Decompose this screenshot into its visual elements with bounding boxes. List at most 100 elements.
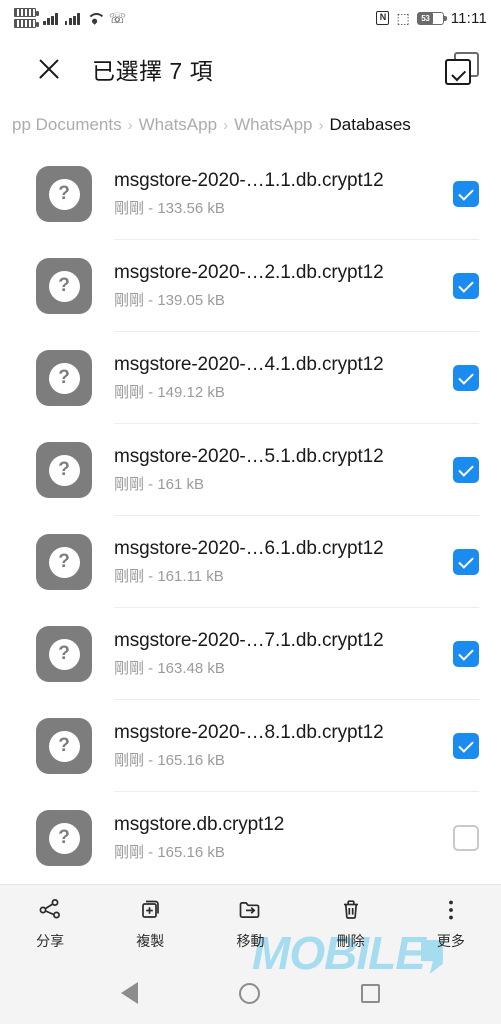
status-bar: ☏ N ⬚ 53 11:11 (0, 0, 501, 36)
toolbar-button-move-folder[interactable]: 移動 (200, 896, 300, 951)
more-vertical-icon (438, 896, 464, 924)
unknown-file-icon: ? (36, 626, 92, 682)
unknown-file-icon: ? (36, 442, 92, 498)
file-icon-glyph: ? (48, 362, 80, 394)
nav-recents-icon[interactable] (361, 983, 381, 1003)
file-icon-glyph: ? (48, 822, 80, 854)
file-row[interactable]: ? msgstore-2020-…1.1.db.crypt12 剛剛 - 133.5… (0, 148, 501, 240)
file-row[interactable]: ? msgstore-2020-…8.1.db.crypt12 剛剛 - 165.1… (0, 700, 501, 792)
file-meta: msgstore-2020-…1.1.db.crypt12 剛剛 - 133.56… (114, 170, 453, 218)
file-name: msgstore-2020-…4.1.db.crypt12 (114, 354, 384, 375)
status-bar-right: N ⬚ 53 11:11 (376, 10, 487, 27)
file-subtitle: 剛剛 - 149.12 kB (114, 384, 225, 401)
file-meta: msgstore.db.crypt12 剛剛 - 165.16 kB (114, 814, 453, 862)
battery-level: 53 (417, 12, 434, 24)
breadcrumb-item[interactable]: Databases (330, 115, 411, 135)
file-icon-glyph: ? (48, 730, 80, 762)
file-icon-glyph: ? (48, 546, 80, 578)
file-row[interactable]: ? msgstore-2020-…6.1.db.crypt12 剛剛 - 161.1… (0, 516, 501, 608)
file-checkbox[interactable] (453, 549, 479, 575)
nfc-icon: N (376, 11, 390, 25)
file-name: msgstore-2020-…1.1.db.crypt12 (114, 170, 384, 191)
breadcrumb-item[interactable]: pp Documents (12, 115, 122, 135)
toolbar-button-label: 移動 (236, 933, 265, 949)
file-subtitle: 剛剛 - 165.16 kB (114, 752, 225, 769)
file-row[interactable]: ? msgstore-2020-…4.1.db.crypt12 剛剛 - 149.1… (0, 332, 501, 424)
unknown-file-icon: ? (36, 350, 92, 406)
file-meta: msgstore-2020-…5.1.db.crypt12 剛剛 - 161 kB (114, 446, 453, 494)
phone-screen: ☏ N ⬚ 53 11:11 已選擇 7 項 pp Documents › What… (0, 0, 501, 1024)
status-bar-clock: 11:11 (450, 9, 487, 27)
sim-signal-icon (14, 19, 39, 28)
action-toolbar: 分享 複製 移動 刪除 更多 (0, 884, 501, 962)
phone-call-icon: ☏ (108, 10, 127, 26)
file-checkbox[interactable] (453, 181, 479, 207)
toolbar-button-share[interactable]: 分享 (0, 896, 100, 951)
file-subtitle: 剛剛 - 161.11 kB (114, 568, 224, 585)
select-all-icon[interactable] (445, 52, 479, 86)
file-name: msgstore-2020-…7.1.db.crypt12 (114, 630, 384, 651)
file-icon-glyph: ? (48, 270, 80, 302)
unknown-file-icon: ? (36, 534, 92, 590)
toolbar-button-label: 分享 (36, 933, 65, 949)
nav-back-icon[interactable] (120, 982, 138, 1004)
file-name: msgstore-2020-…6.1.db.crypt12 (114, 538, 384, 559)
breadcrumb[interactable]: pp Documents › WhatsApp › WhatsApp › Databases (0, 102, 501, 148)
toolbar-button-label: 複製 (136, 933, 165, 949)
move-folder-icon (237, 896, 263, 924)
file-icon-glyph: ? (48, 454, 80, 486)
file-subtitle: 剛剛 - 139.05 kB (114, 292, 225, 309)
trash-icon (338, 896, 364, 924)
share-icon (37, 896, 63, 924)
file-name: msgstore-2020-…5.1.db.crypt12 (114, 446, 384, 467)
file-meta: msgstore-2020-…2.1.db.crypt12 剛剛 - 139.05… (114, 262, 453, 310)
file-row[interactable]: ? msgstore-2020-…7.1.db.crypt12 剛剛 - 163.4… (0, 608, 501, 700)
file-row[interactable]: ? msgstore-2020-…2.1.db.crypt12 剛剛 - 139.0… (0, 240, 501, 332)
unknown-file-icon: ? (36, 810, 92, 866)
unknown-file-icon: ? (36, 258, 92, 314)
battery-icon: 53 (416, 11, 447, 25)
file-meta: msgstore-2020-…4.1.db.crypt12 剛剛 - 149.12… (114, 354, 453, 402)
cellular-signal-icon (43, 12, 58, 25)
wifi-icon (87, 12, 102, 24)
android-nav-bar (0, 962, 501, 1024)
sim-signal-icon (14, 8, 39, 17)
breadcrumb-separator: › (223, 116, 229, 134)
breadcrumb-separator: › (127, 116, 133, 134)
toolbar-button-copy[interactable]: 複製 (100, 896, 200, 951)
bluetooth-icon: ⬚ (396, 10, 410, 26)
breadcrumb-item[interactable]: WhatsApp (139, 115, 217, 135)
file-meta: msgstore-2020-…6.1.db.crypt12 剛剛 - 161.11… (114, 538, 453, 586)
page-title: 已選擇 7 項 (92, 58, 214, 84)
file-subtitle: 剛剛 - 165.16 kB (114, 844, 225, 861)
toolbar-button-trash[interactable]: 刪除 (301, 896, 401, 951)
toolbar-button-label: 刪除 (336, 933, 365, 949)
file-icon-glyph: ? (48, 638, 80, 670)
unknown-file-icon: ? (36, 166, 92, 222)
file-name: msgstore-2020-…2.1.db.crypt12 (114, 262, 384, 283)
close-icon[interactable] (34, 54, 64, 84)
cellular-signal-icon (64, 12, 80, 25)
breadcrumb-separator: › (318, 116, 324, 134)
file-checkbox[interactable] (453, 273, 479, 299)
file-meta: msgstore-2020-…7.1.db.crypt12 剛剛 - 163.48… (114, 630, 453, 678)
file-subtitle: 剛剛 - 161 kB (114, 476, 205, 493)
file-icon-glyph: ? (48, 178, 80, 210)
nav-home-icon[interactable] (238, 982, 260, 1004)
breadcrumb-item[interactable]: WhatsApp (234, 115, 312, 135)
status-bar-left: ☏ (14, 8, 376, 28)
app-bar: 已選擇 7 項 (0, 36, 501, 102)
file-checkbox[interactable] (453, 457, 479, 483)
file-row[interactable]: ? msgstore-2020-…5.1.db.crypt12 剛剛 - 161 k… (0, 424, 501, 516)
file-row[interactable]: ? msgstore.db.crypt12 剛剛 - 165.16 kB (0, 792, 501, 884)
file-checkbox[interactable] (453, 365, 479, 391)
file-subtitle: 剛剛 - 163.48 kB (114, 660, 225, 677)
file-checkbox[interactable] (453, 641, 479, 667)
file-checkbox[interactable] (453, 825, 479, 851)
copy-icon (137, 896, 163, 924)
file-meta: msgstore-2020-…8.1.db.crypt12 剛剛 - 165.16… (114, 722, 453, 770)
file-list: ? msgstore-2020-…1.1.db.crypt12 剛剛 - 133.5… (0, 148, 501, 884)
file-name: msgstore-2020-…8.1.db.crypt12 (114, 722, 384, 743)
toolbar-button-more-vertical[interactable]: 更多 (401, 896, 501, 951)
file-checkbox[interactable] (453, 733, 479, 759)
